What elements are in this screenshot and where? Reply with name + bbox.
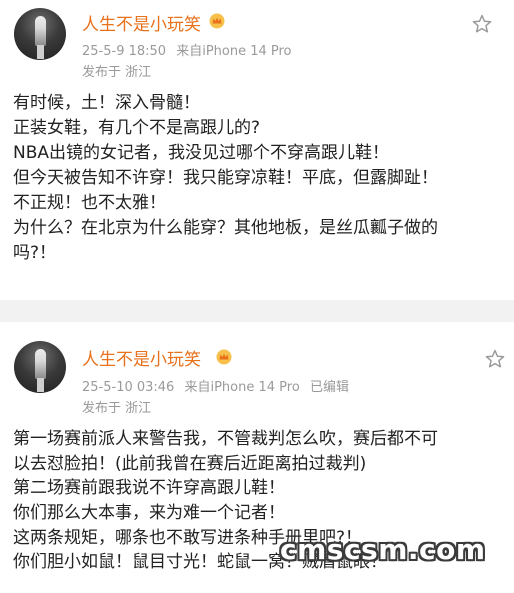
avatar-figure-legs [37,45,44,59]
avatar-figure [35,349,46,379]
post-line: 但今天被告知不许穿！我只能穿凉鞋！平底，但露脚趾！ [13,168,438,188]
post-line: 吗?！ [13,243,57,263]
crown-badge-icon [216,349,232,365]
weibo-post-1: 人生不是小玩笑 25-5-9 18:50 来自iPhone 14 Pro 发布于… [0,0,514,300]
post-edited-label: 已编辑 [309,380,349,395]
post-line: 第二场赛前跟我说不许穿高跟儿鞋！ [13,478,285,499]
post-location: 发布于 浙江 [82,401,152,416]
avatar-figure-legs [37,378,44,392]
username[interactable]: 人生不是小玩笑 [82,345,201,370]
post-timestamp: 25-5-9 18:50 [82,44,167,59]
post-line: 以去怼脸拍！(此前我曾在赛后近距离拍过裁判) [13,453,367,474]
avatar-figure [35,16,46,46]
star-outline-icon[interactable] [471,13,493,35]
post-line: 不正规！也不太雅！ [13,193,166,213]
post-timestamp: 25-5-10 03:46 [82,380,175,395]
post-content: 有时候，土！深入骨髓！ 正装女鞋，有几个不是高跟儿的? NBA出镜的女记者，我没… [13,91,438,266]
post-device: 来自iPhone 14 Pro [184,380,300,395]
post-line: NBA出镜的女记者，我没见过哪个不穿高跟儿鞋！ [13,143,390,163]
post-location: 发布于 浙江 [82,65,152,80]
post-line: 有时候，土！深入骨髓！ [13,93,200,113]
post-line: 第一场赛前派人来警告我，不管裁判怎么吹，赛后都不可 [13,429,438,449]
post-meta: 25-5-10 03:46 来自iPhone 14 Pro 已编辑 [82,376,355,395]
avatar[interactable] [14,8,66,60]
username[interactable]: 人生不是小玩笑 [82,10,201,35]
post-line: 正装女鞋，有几个不是高跟儿的? [13,118,261,138]
post-line: 为什么？在北京为什么能穿？其他地板，是丝瓜瓤子做的 [13,218,438,238]
post-device: 来自iPhone 14 Pro [176,44,292,59]
site-watermark: cmscsm.com [280,533,486,566]
crown-badge-icon [209,13,225,29]
avatar[interactable] [14,341,66,393]
post-meta: 25-5-9 18:50 来自iPhone 14 Pro [82,40,298,59]
star-outline-icon[interactable] [484,348,506,370]
post-line: 你们那么大本事，来为难一个记者！ [13,503,285,524]
